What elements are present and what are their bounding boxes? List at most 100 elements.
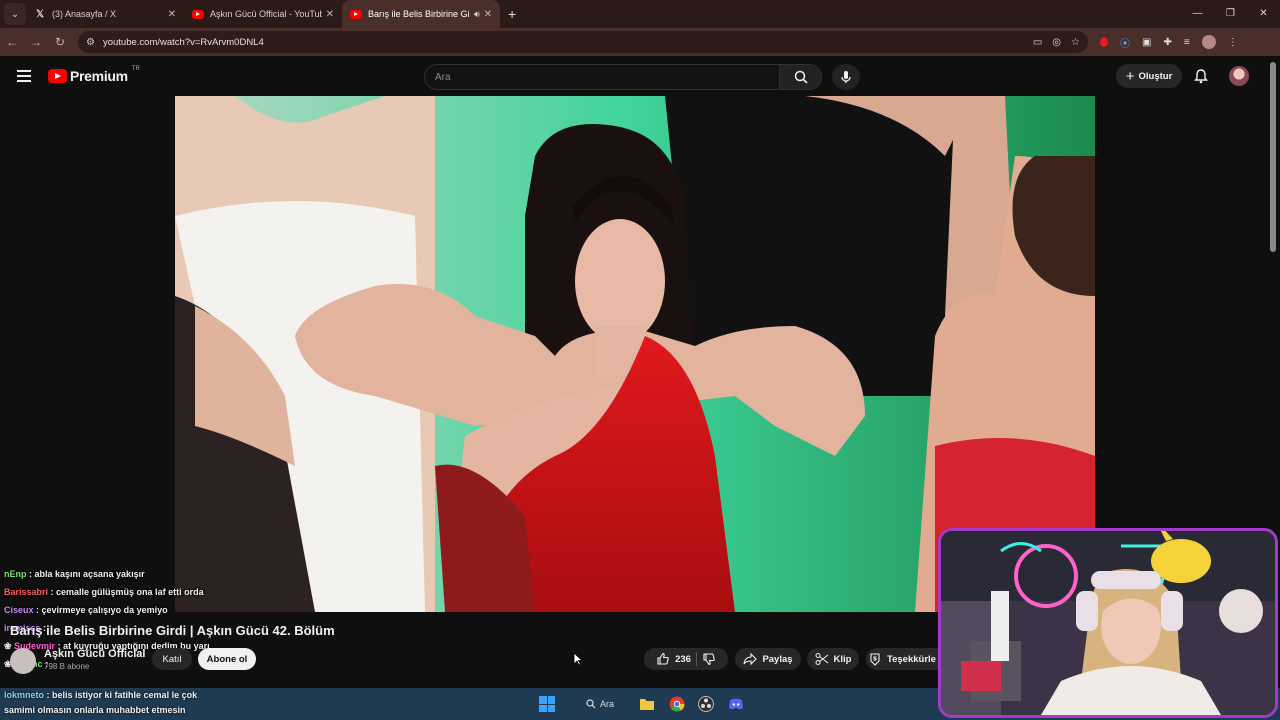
tab-title: Aşkın Gücü Official - YouTube [210, 9, 322, 19]
chat-message: nEnp : abla kaşını açsana yakışır [4, 569, 145, 579]
youtube-icon [192, 9, 204, 19]
thumbs-down-icon[interactable] [702, 652, 716, 666]
discord-taskbar-button[interactable] [727, 695, 745, 713]
extension-icon[interactable]: ▣ [1142, 37, 1151, 48]
search-bar: Ara [424, 64, 822, 90]
clip-button[interactable]: Klip [807, 648, 859, 670]
obs-icon [698, 696, 714, 712]
tab-title: (3) Anasayfa / X [52, 9, 117, 19]
folder-icon [640, 699, 654, 710]
taskbar-search[interactable]: Ara [582, 695, 618, 713]
chat-message: Barissabri : cemalle gülüşmüş ona laf et… [4, 587, 204, 597]
voice-search-button[interactable] [832, 64, 860, 90]
create-label: Oluştur [1138, 70, 1173, 82]
stream-chat-bottom: lokmneto : belis istiyor ki fatihle cema… [4, 688, 197, 718]
tab-title: Barış ile Belis Birbirine Girdi [368, 9, 470, 19]
share-label: Paylaş [762, 653, 793, 665]
audio-extension-icon[interactable]: ⦿ [1120, 35, 1130, 50]
minimize-button[interactable]: — [1181, 0, 1214, 28]
address-bar[interactable]: ⚙ youtube.com/watch?v=RvArvm0DNL4 ▭ ◎ ☆ [78, 31, 1088, 53]
media-icon[interactable]: ≡ [1184, 37, 1190, 48]
chat-text: abla kaşını açsana yakışır [34, 569, 145, 579]
clip-label: Klip [833, 653, 852, 665]
bookmark-star-icon[interactable]: ☆ [1071, 37, 1080, 48]
close-window-button[interactable]: ✕ [1247, 0, 1280, 28]
chat-message-continued: samimi olmasın onlarla muhabbet etmesin [4, 703, 197, 718]
close-tab-icon[interactable]: ✕ [326, 9, 334, 20]
browser-toolbar: ← → ↻ ⚙ youtube.com/watch?v=RvArvm0DNL4 … [0, 28, 1280, 56]
search-icon [794, 70, 808, 84]
notifications-bell-icon[interactable] [1193, 68, 1209, 84]
webcam-frame [941, 531, 1275, 715]
file-explorer-button[interactable] [638, 695, 656, 713]
microphone-icon [841, 71, 851, 83]
record-extension-icon[interactable] [1100, 37, 1108, 47]
thanks-label: Teşekkürle [887, 653, 936, 665]
tab-video-active[interactable]: Barış ile Belis Birbirine Girdi 🔊︎ ✕ [342, 0, 500, 28]
forward-button[interactable]: → [24, 35, 48, 49]
streamer-webcam [938, 528, 1278, 718]
menu-icon[interactable]: ⋮ [1228, 37, 1238, 48]
tab-x-home[interactable]: 𝕏 (3) Anasayfa / X ✕ [26, 0, 184, 28]
divider [695, 652, 697, 666]
video-title: Barış ile Belis Birbirine Girdi | Aşkın … [10, 623, 335, 638]
chat-user: Ciseux [4, 605, 34, 615]
search-icon [586, 699, 596, 709]
channel-name[interactable]: Aşkın Gücü Official [44, 648, 145, 660]
chat-message: Ciseux : çevirmeye çalışıyo da yemiyo [4, 605, 168, 615]
extensions-bar: ⦿ ▣ ✚ ≡ ⋮ [1100, 35, 1238, 50]
join-button[interactable]: Katıl [152, 648, 192, 670]
profile-avatar[interactable] [1201, 35, 1216, 49]
create-button[interactable]: + Oluştur [1116, 64, 1182, 88]
chat-text: belis istiyor ki fatihle cemal le çok [52, 690, 198, 700]
scissors-icon [815, 653, 828, 665]
obs-taskbar-button[interactable] [697, 695, 715, 713]
eye-off-icon[interactable]: ◎ [1052, 37, 1061, 48]
taskbar-search-label: Ara [599, 699, 614, 709]
chat-message: lokmneto : belis istiyor ki fatihle cema… [4, 690, 198, 700]
plus-icon: + [1125, 67, 1135, 85]
speaker-icon[interactable]: 🔊︎ [474, 9, 480, 20]
like-count[interactable]: 236 [675, 654, 691, 665]
chat-text: cemalle gülüşmüş ona laf etti orda [56, 587, 204, 597]
site-info-icon[interactable]: ⚙ [86, 37, 95, 48]
x-logo-icon: 𝕏 [35, 8, 45, 20]
chat-user: nEnp [4, 569, 27, 579]
chat-user: lokmneto [4, 690, 45, 700]
channel-avatar[interactable] [10, 648, 36, 674]
youtube-icon [350, 9, 362, 19]
share-icon [743, 652, 758, 666]
reload-button[interactable]: ↻ [48, 35, 72, 49]
share-button[interactable]: Paylaş [735, 648, 801, 670]
puzzle-icon[interactable]: ✚ [1163, 37, 1171, 48]
thanks-button[interactable]: $ Teşekkürle [866, 648, 938, 670]
discord-icon [729, 698, 743, 710]
tab-search-button[interactable]: ⌄ [4, 3, 26, 25]
window-controls: — ❐ ✕ [1181, 0, 1280, 28]
url-text: youtube.com/watch?v=RvArvm0DNL4 [102, 36, 264, 48]
start-button[interactable] [538, 695, 556, 713]
tab-askin-gucu[interactable]: Aşkın Gücü Official - YouTube ✕ [184, 0, 342, 28]
back-button[interactable]: ← [0, 35, 24, 49]
search-button[interactable] [780, 64, 822, 90]
thanks-icon: $ [870, 653, 880, 666]
restore-button[interactable]: ❐ [1214, 0, 1247, 28]
youtube-logo[interactable]: Premium TR [48, 66, 140, 84]
chat-text: samimi olmasın onlarla muhabbet etmesin [4, 705, 186, 715]
close-tab-icon[interactable]: ✕ [484, 9, 492, 20]
country-code: TR [131, 66, 140, 72]
chat-user: Barissabri [4, 587, 49, 597]
chrome-taskbar-button[interactable] [668, 695, 686, 713]
user-avatar[interactable] [1229, 66, 1249, 86]
youtube-play-icon [48, 69, 67, 83]
svg-text:$: $ [873, 656, 877, 663]
cast-icon[interactable]: ▭ [1033, 37, 1042, 48]
hamburger-menu-icon[interactable] [17, 70, 31, 82]
subscribe-button[interactable]: Abone ol [198, 648, 256, 670]
browser-tabstrip: ⌄ 𝕏 (3) Anasayfa / X ✕ Aşkın Gücü Offici… [0, 0, 1280, 28]
page-scrollbar[interactable] [1270, 62, 1276, 252]
thumbs-up-icon[interactable] [656, 652, 670, 666]
close-tab-icon[interactable]: ✕ [168, 9, 176, 20]
search-input[interactable]: Ara [424, 64, 780, 90]
new-tab-button[interactable]: + [508, 6, 516, 22]
